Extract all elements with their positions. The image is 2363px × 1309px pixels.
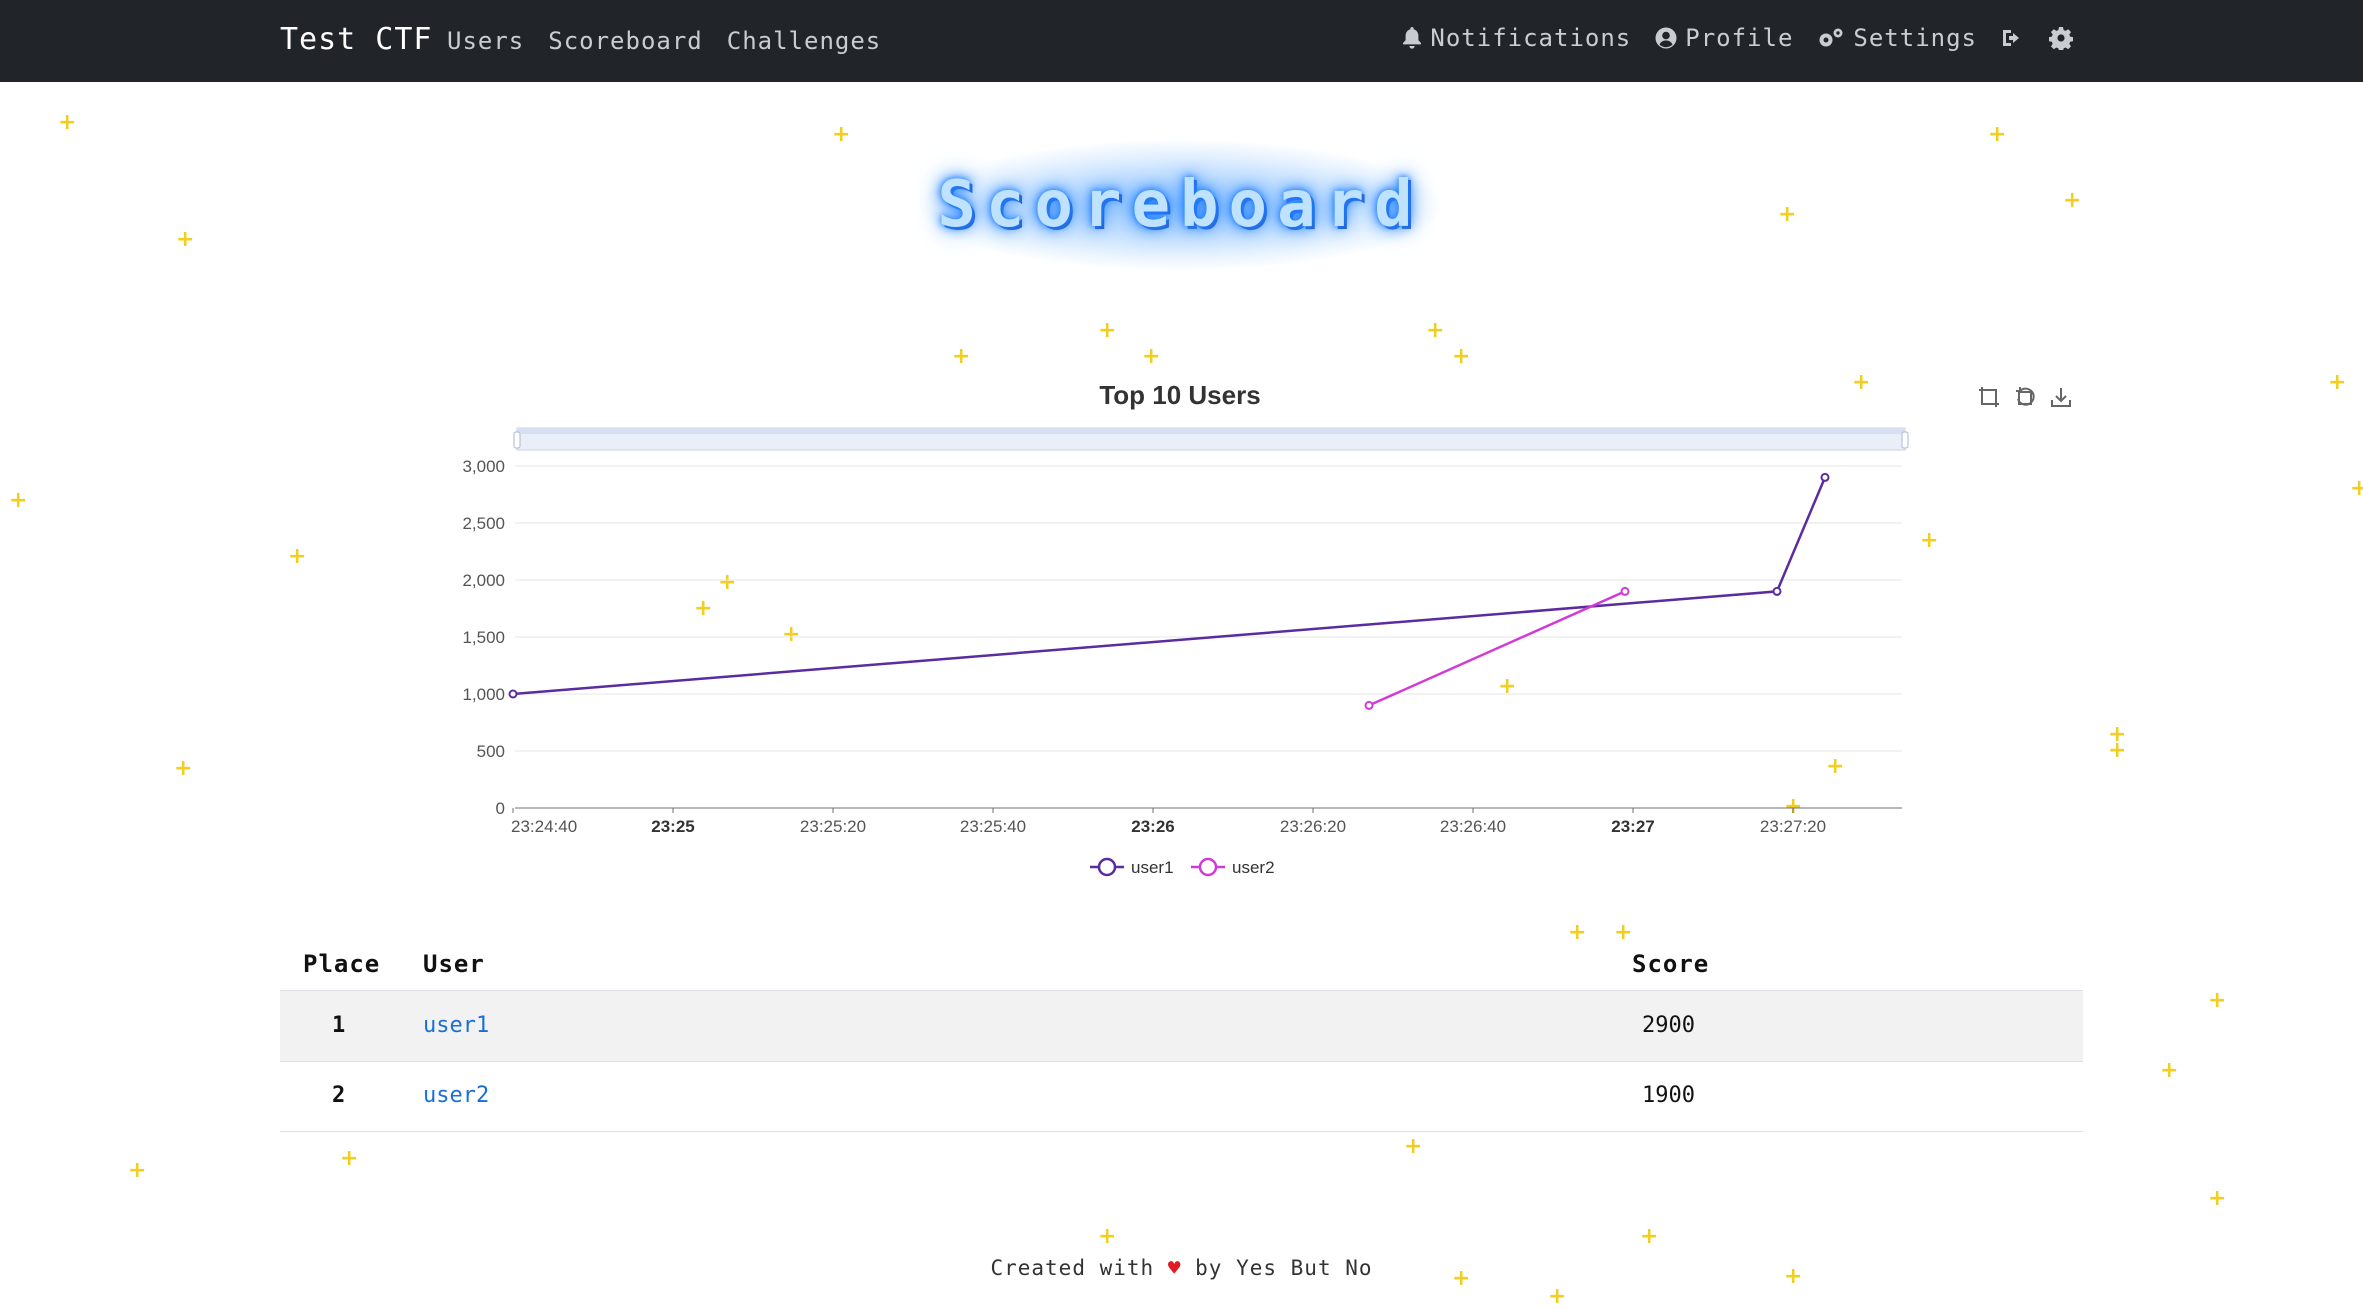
data-point-user1: [1772, 586, 1782, 596]
data-point-user1: [508, 689, 518, 699]
nav-left: Users Scoreboard Challenges: [447, 27, 881, 55]
chart-svg: 0 500 1,000 1,500 2,000 2,500 3,000 23:24:40 23:…: [462, 427, 1909, 877]
legend-label: user1: [1131, 858, 1174, 877]
brand-link[interactable]: Test CTF: [280, 22, 433, 57]
legend-label: user2: [1232, 858, 1275, 877]
y-tick-label: 0: [496, 799, 505, 818]
x-tick-label: 23:24:40: [511, 817, 577, 836]
user-link[interactable]: user1: [423, 1013, 489, 1038]
nav-challenges-link[interactable]: Challenges: [727, 27, 882, 55]
nav-theme-toggle[interactable]: [2049, 26, 2073, 50]
bell-icon: [1403, 27, 1422, 49]
footer-suffix: by Yes But No: [1195, 1256, 1373, 1280]
star-decoration: +: [2208, 988, 2227, 1013]
profile-label: Profile: [1685, 24, 1794, 52]
legend-marker-user2: [1198, 857, 1218, 877]
y-tick-label: 1,500: [462, 628, 505, 647]
user-circle-icon: [1655, 27, 1677, 49]
page-title-wrap: Scoreboard: [840, 120, 1520, 290]
star-decoration: +: [1640, 1224, 1659, 1249]
y-tick-label: 2,000: [462, 571, 505, 590]
data-point-user2: [1364, 700, 1374, 710]
star-decoration: +: [1142, 344, 1161, 369]
scoreboard-chart: Top 10 Users 0 500 1,000 1,500 2,000 2,500 3,0…: [440, 370, 2080, 890]
settings-label: Settings: [1853, 24, 1977, 52]
star-decoration: +: [2208, 1186, 2227, 1211]
star-decoration: +: [174, 756, 193, 781]
nav-right: Notifications Profile Settings: [1402, 24, 2073, 52]
nav-users-link[interactable]: Users: [447, 27, 524, 55]
place-cell: 1: [332, 1013, 346, 1038]
header-score: Score: [1632, 950, 1710, 978]
sign-out-icon: [2003, 30, 2019, 46]
page-title: Scoreboard: [937, 168, 1423, 242]
score-cell: 1900: [1642, 1083, 1695, 1108]
datazoom-track: [517, 428, 1905, 434]
star-decoration: +: [176, 227, 195, 252]
star-decoration: +: [9, 488, 28, 513]
star-decoration: +: [2160, 1058, 2179, 1083]
data-point-user1: [1820, 472, 1830, 482]
star-decoration: +: [2063, 188, 2082, 213]
star-decoration: +: [1452, 344, 1471, 369]
score-cell: 2900: [1642, 1013, 1695, 1038]
place-cell: 2: [332, 1083, 346, 1108]
y-tick-label: 3,000: [462, 457, 505, 476]
nav-notifications-link[interactable]: Notifications: [1402, 24, 1631, 52]
datazoom-handle-left: [513, 431, 521, 449]
star-decoration: +: [128, 1158, 147, 1183]
table-row: 2 user2 1900: [280, 1061, 2083, 1132]
series-line-user2: [1368, 590, 1626, 707]
x-tick-label: 23:25: [651, 817, 694, 836]
cogs-icon: [1819, 28, 1843, 47]
star-decoration: +: [1098, 318, 1117, 343]
star-decoration: +: [1548, 1284, 1567, 1309]
star-decoration: +: [2328, 370, 2347, 395]
datazoom-handle-right: [1901, 431, 1909, 449]
nav-scoreboard-link[interactable]: Scoreboard: [548, 27, 703, 55]
star-decoration: +: [1404, 1134, 1423, 1159]
x-tick-label: 23:26:40: [1440, 817, 1506, 836]
nav-profile-link[interactable]: Profile: [1655, 24, 1793, 52]
star-decoration: +: [1568, 920, 1587, 945]
x-tick-label: 23:25:40: [960, 817, 1026, 836]
footer-prefix: Created with: [990, 1256, 1155, 1280]
star-decoration: +: [288, 544, 307, 569]
star-decoration: +: [1426, 318, 1445, 343]
y-tick-label: 2,500: [462, 514, 505, 533]
x-tick-label: 23:26:20: [1280, 817, 1346, 836]
y-tick-label: 1,000: [462, 685, 505, 704]
header-user: User: [423, 950, 485, 978]
star-decoration: +: [1778, 202, 1797, 227]
data-point-user2: [1620, 586, 1630, 596]
footer: Created with ♥ by Yes But No: [0, 1256, 2363, 1280]
nav-logout-link[interactable]: [2001, 27, 2025, 49]
star-decoration: +: [1614, 920, 1633, 945]
star-decoration: +: [1988, 122, 2007, 147]
table-row: 1 user1 2900: [280, 991, 2083, 1062]
x-tick-label: 23:27:20: [1760, 817, 1826, 836]
legend-marker-user1: [1097, 857, 1117, 877]
user-link[interactable]: user2: [423, 1083, 489, 1108]
x-tick-label: 23:27: [1611, 817, 1654, 836]
star-decoration: +: [58, 110, 77, 135]
notifications-label: Notifications: [1430, 24, 1632, 52]
header-place: Place: [303, 950, 381, 978]
star-decoration: +: [2350, 476, 2363, 501]
x-tick-label: 23:25:20: [800, 817, 866, 836]
star-decoration: +: [1098, 1224, 1117, 1249]
star-decoration: +: [952, 344, 971, 369]
x-tick-label: 23:26: [1131, 817, 1174, 836]
navbar: Test CTF Users Scoreboard Challenges Not…: [0, 0, 2363, 82]
y-tick-label: 500: [477, 742, 505, 761]
star-decoration: +: [2108, 738, 2127, 763]
star-decoration: +: [340, 1146, 359, 1171]
series-line-user1: [512, 476, 1827, 696]
gear-icon: [2049, 27, 2073, 50]
heart-icon: ♥: [1167, 1256, 1182, 1280]
nav-settings-link[interactable]: Settings: [1817, 24, 1977, 52]
